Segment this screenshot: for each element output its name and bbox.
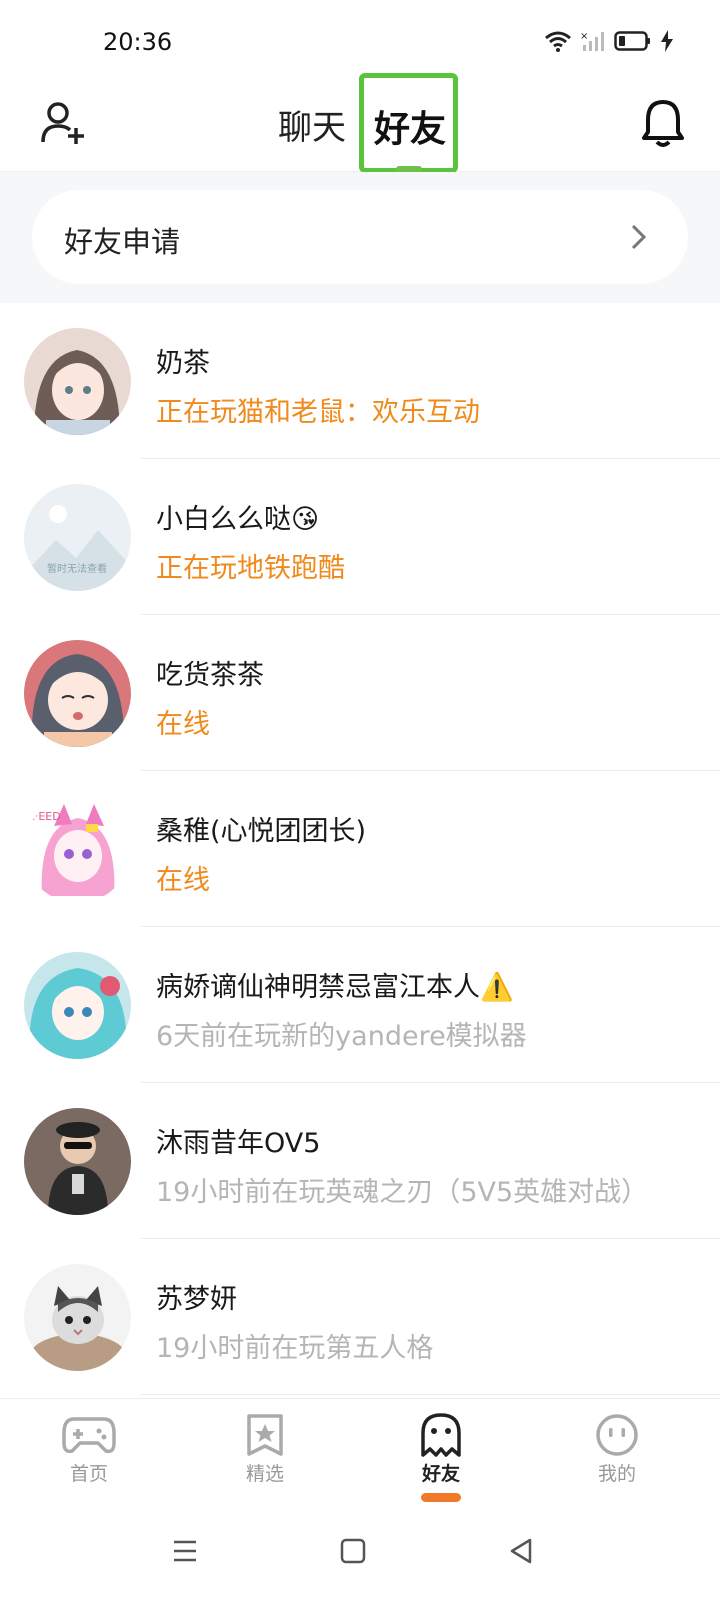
friend-requests-button[interactable]: 好友申请 <box>32 190 688 284</box>
friend-row[interactable]: FEED 桑稚(心悦团团长) 在线 <box>0 771 720 927</box>
status-time: 20:36 <box>103 28 173 56</box>
friend-status: 19小时前在玩英魂之刃（5V5英雄对战） <box>156 1177 649 1208</box>
menu-icon[interactable] <box>172 1538 198 1564</box>
add-friend-icon[interactable] <box>40 100 86 146</box>
friend-status: 在线 <box>156 709 210 740</box>
avatar[interactable] <box>24 1108 131 1215</box>
battery-icon <box>614 31 650 51</box>
star-bookmark-icon <box>247 1414 283 1456</box>
top-header: 聊天 好友 <box>0 73 720 173</box>
friend-requests-label: 好友申请 <box>64 225 181 259</box>
avatar[interactable] <box>24 952 131 1059</box>
home-square-icon[interactable] <box>340 1538 366 1564</box>
wifi-icon <box>545 31 571 52</box>
friend-name: 小白么么哒😘 <box>156 504 320 535</box>
nav-label: 好友 <box>421 1463 460 1485</box>
friend-name: 吃货茶茶 <box>156 660 264 691</box>
ghost-icon <box>421 1413 461 1457</box>
signal-icon: × <box>580 31 604 51</box>
friend-row[interactable]: 苏梦妍 19小时前在玩第五人格 <box>0 1239 720 1395</box>
friend-row[interactable]: 奶茶 正在玩猫和老鼠：欢乐互动 <box>0 303 720 459</box>
status-bar: 20:36 × <box>0 0 720 80</box>
friend-requests-section: 好友申请 <box>0 172 720 303</box>
nav-label: 精选 <box>245 1463 284 1485</box>
friend-status: 正在玩地铁跑酷 <box>156 553 345 584</box>
friend-status: 19小时前在玩第五人格 <box>156 1333 434 1364</box>
nav-friends[interactable]: 好友 <box>391 1413 491 1503</box>
tab-friends[interactable]: 好友 <box>374 100 446 152</box>
divider <box>141 1394 720 1395</box>
avatar[interactable] <box>24 640 131 747</box>
friend-name: 病娇谪仙神明禁忌富江本人⚠️ <box>156 972 514 1003</box>
friend-name: 桑稚(心悦团团长) <box>156 816 367 847</box>
nav-label: 首页 <box>69 1463 108 1485</box>
bell-icon[interactable] <box>640 98 686 148</box>
svg-text:FEED: FEED <box>32 810 61 823</box>
friend-status: 在线 <box>156 865 210 896</box>
tab-chat[interactable]: 聊天 <box>278 100 346 149</box>
avatar[interactable] <box>24 1264 131 1371</box>
nav-me[interactable]: 我的 <box>567 1413 667 1503</box>
active-nav-indicator <box>421 1493 461 1502</box>
placeholder-avatar-text: 暂时无法查看 <box>47 562 107 575</box>
nav-home[interactable]: 首页 <box>39 1413 139 1503</box>
friend-status: 正在玩猫和老鼠：欢乐互动 <box>156 397 480 428</box>
svg-text:×: × <box>580 31 588 42</box>
friend-row[interactable]: 暂时无法查看 小白么么哒😘 正在玩地铁跑酷 <box>0 459 720 615</box>
friend-name: 苏梦妍 <box>156 1284 237 1315</box>
back-triangle-icon[interactable] <box>508 1538 534 1564</box>
status-icons: × <box>544 30 674 52</box>
charging-icon <box>661 30 673 52</box>
friend-row[interactable]: 吃货茶茶 在线 <box>0 615 720 771</box>
avatar[interactable] <box>24 328 131 435</box>
friend-status: 6天前在玩新的yandere模拟器 <box>156 1021 527 1052</box>
friend-name: 沐雨昔年OV5 <box>156 1128 321 1159</box>
friend-list: 奶茶 正在玩猫和老鼠：欢乐互动 暂时无法查看 小白么么哒😘 正在玩地铁跑酷 吃货… <box>0 303 720 1395</box>
nav-label: 我的 <box>597 1463 636 1485</box>
avatar[interactable]: FEED <box>24 796 131 903</box>
gamepad-icon <box>62 1417 116 1454</box>
face-icon <box>596 1414 638 1456</box>
friend-row[interactable]: 病娇谪仙神明禁忌富江本人⚠️ 6天前在玩新的yandere模拟器 <box>0 927 720 1083</box>
nav-featured[interactable]: 精选 <box>215 1413 315 1503</box>
avatar[interactable]: 暂时无法查看 <box>24 484 131 591</box>
chevron-right-icon <box>631 224 647 250</box>
friend-row[interactable]: 沐雨昔年OV5 19小时前在玩英魂之刃（5V5英雄对战） <box>0 1083 720 1239</box>
friend-name: 奶茶 <box>156 348 210 379</box>
system-nav-bar <box>0 1508 720 1600</box>
bottom-nav: 首页 精选 好友 我的 <box>0 1398 720 1508</box>
